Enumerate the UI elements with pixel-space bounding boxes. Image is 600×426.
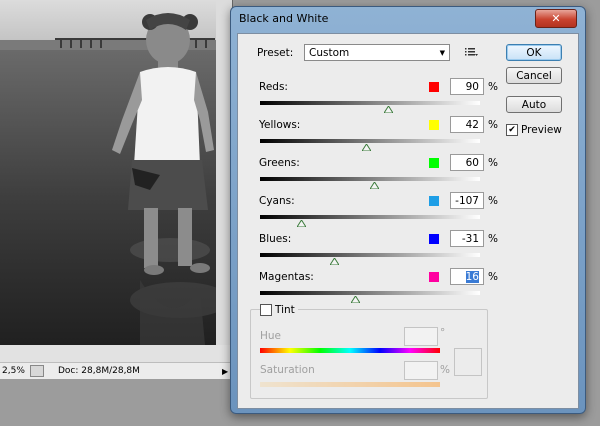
preset-dropdown[interactable]: Custom ▼ [304,44,450,61]
cyans-percent-sign: % [488,195,498,207]
hue-input [404,327,438,346]
hue-label: Hue [260,330,282,342]
magentas-value-text: 16 [465,271,479,283]
close-button[interactable]: ✕ [535,9,577,28]
greens-percent-sign: % [488,157,498,169]
blues-label: Blues: [259,233,292,245]
preview-checkbox[interactable]: ✔ [506,124,518,136]
tint-label: Tint [275,304,295,316]
reds-slider-track[interactable] [260,101,480,105]
greens-label: Greens: [259,157,300,169]
ok-button[interactable]: OK [506,44,562,61]
tint-toggle[interactable]: Tint [260,304,298,316]
magentas-value-input[interactable]: 16 [450,268,484,285]
preset-label: Preset: [257,47,294,59]
document-window [0,0,233,362]
yellows-value-input[interactable]: 42 [450,116,484,133]
yellows-label: Yellows: [259,119,301,131]
status-info-icon[interactable] [30,365,44,377]
yellows-slider-track[interactable] [260,139,480,143]
reds-swatch [429,82,439,92]
yellows-value-text: 42 [465,119,479,131]
magentas-percent-sign: % [488,271,498,283]
cyans-value-input[interactable]: -107 [450,192,484,209]
dialog-body: Preset: Custom ▼ OK Cancel Auto ✔ Previe… [237,33,579,409]
blues-swatch [429,234,439,244]
blues-value-input[interactable]: -31 [450,230,484,247]
reds-percent-sign: % [488,81,498,93]
grayscale-photo [0,0,232,345]
cyans-slider-track[interactable] [260,215,480,219]
hue-spectrum-bar [260,348,440,353]
magentas-swatch [429,272,439,282]
dialog-title: Black and White [239,12,329,25]
blues-percent-sign: % [488,233,498,245]
greens-swatch [429,158,439,168]
blues-value-text: -31 [461,233,479,245]
status-bar: 2,5% Doc: 28,8M/28,8M ▶ [0,362,232,379]
preset-value: Custom [309,47,350,59]
magentas-label: Magentas: [259,271,314,283]
preview-toggle[interactable]: ✔ Preview [506,124,562,136]
reds-label: Reds: [259,81,288,93]
saturation-input [404,361,438,380]
blues-slider-track[interactable] [260,253,480,257]
saturation-label: Saturation [260,364,315,376]
cancel-button[interactable]: Cancel [506,67,562,84]
saturation-bar [260,382,440,387]
dialog-titlebar[interactable]: Black and White ✕ [231,7,585,33]
hue-unit: ° [440,327,446,339]
greens-slider-track[interactable] [260,177,480,181]
cyans-label: Cyans: [259,195,295,207]
tint-color-swatch [454,348,482,376]
yellows-swatch [429,120,439,130]
horizontal-scrollbar[interactable] [0,345,232,362]
black-and-white-dialog: Black and White ✕ Preset: Custom ▼ OK Ca… [230,6,586,414]
cyans-swatch [429,196,439,206]
document-size-info: Doc: 28,8M/28,8M [58,366,140,376]
saturation-unit: % [440,364,450,376]
preset-options-menu-icon[interactable] [464,46,478,58]
magentas-slider-track[interactable] [260,291,480,295]
auto-button[interactable]: Auto [506,96,562,113]
reds-value-input[interactable]: 90 [450,78,484,95]
tint-checkbox[interactable] [260,304,272,316]
cyans-value-text: -107 [455,195,479,207]
photo-canvas[interactable] [0,0,232,345]
chevron-down-icon: ▼ [439,49,445,57]
yellows-percent-sign: % [488,119,498,131]
greens-value-text: 60 [465,157,479,169]
zoom-level[interactable]: 2,5% [0,366,30,376]
greens-value-input[interactable]: 60 [450,154,484,171]
reds-value-text: 90 [465,81,479,93]
preview-label: Preview [521,124,562,136]
